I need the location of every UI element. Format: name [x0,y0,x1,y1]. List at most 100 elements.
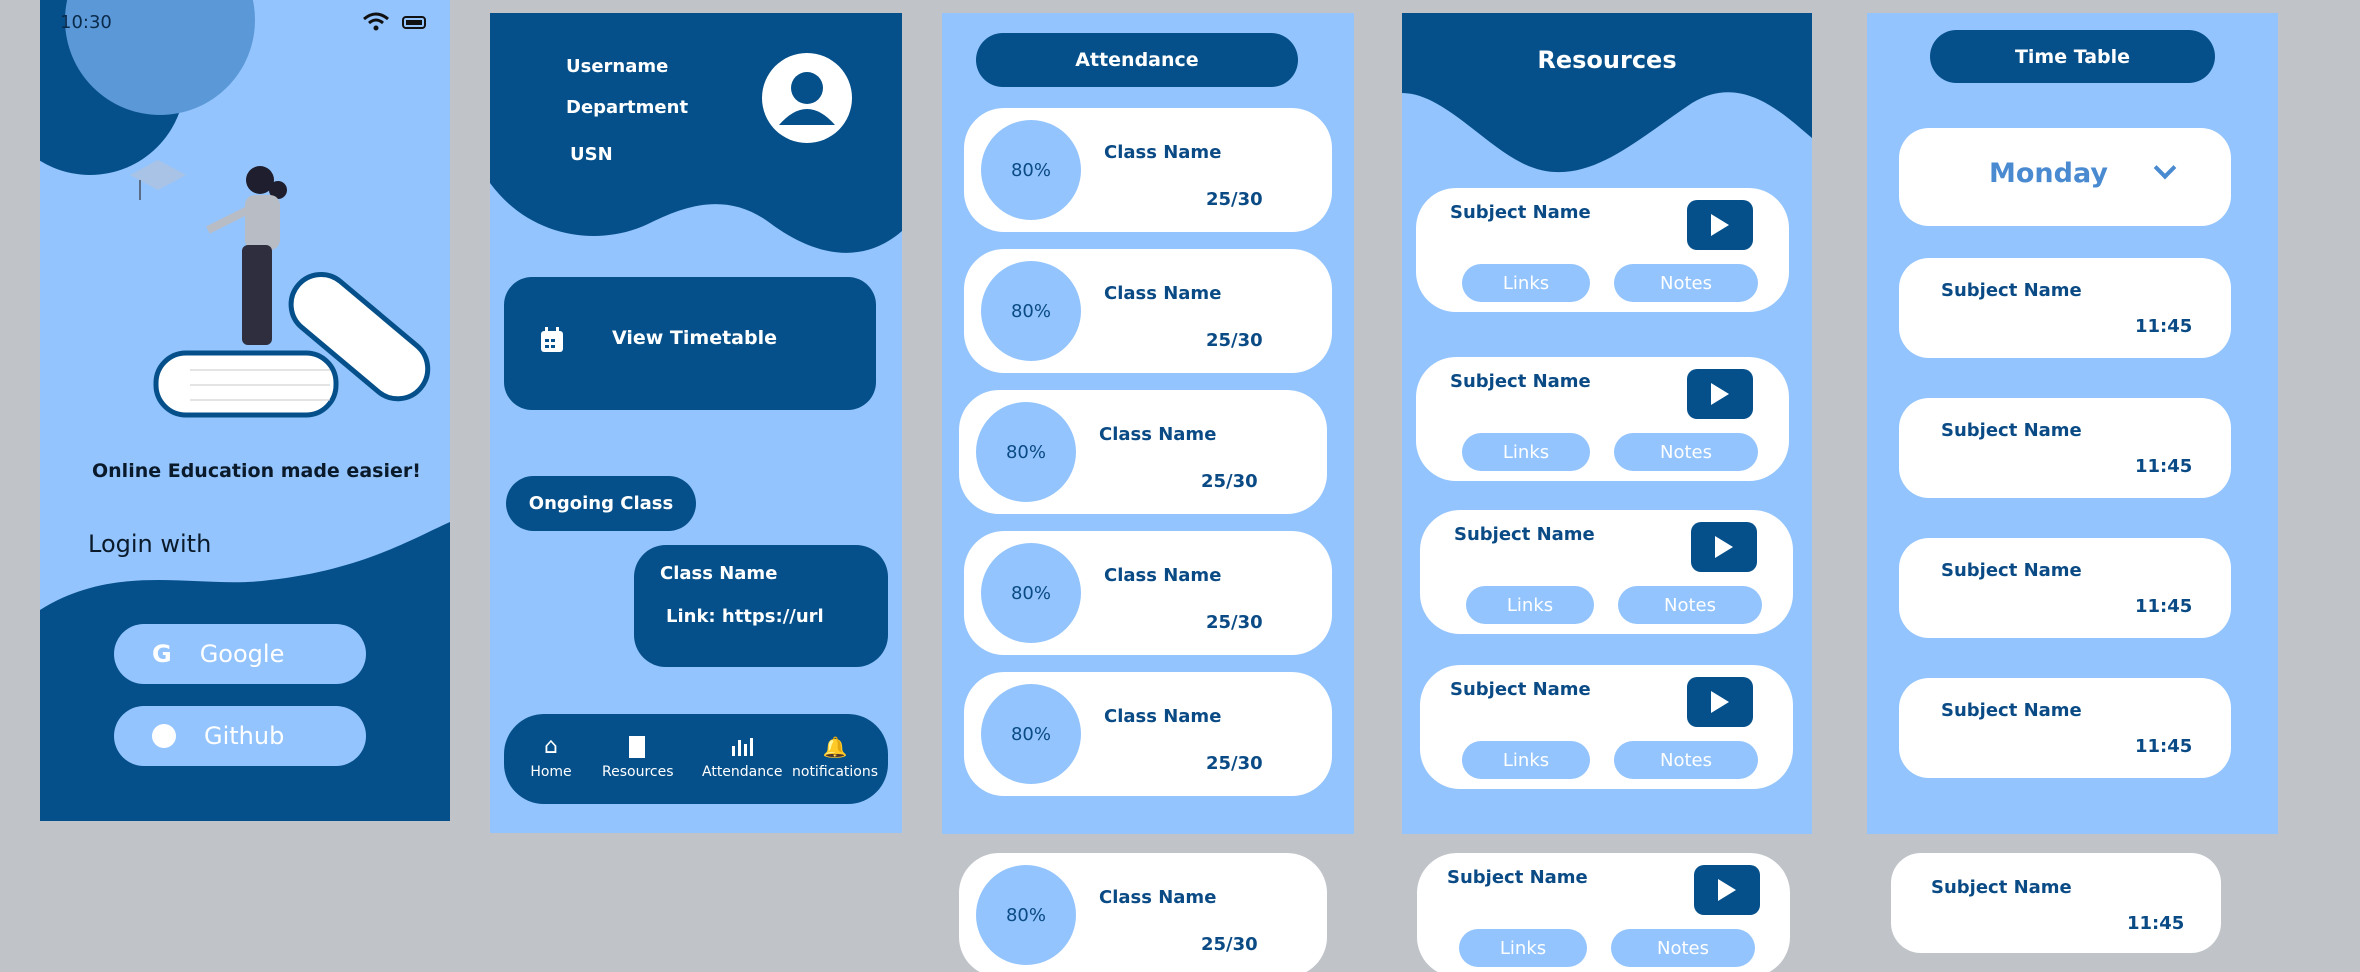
resource-card[interactable]: Subject Name Links Notes [1420,665,1793,789]
avatar[interactable] [762,53,852,143]
nav-notifications-label: notifications [792,764,879,780]
resource-card[interactable]: Subject Name Links Notes [1417,853,1790,972]
nav-attendance[interactable]: Attendance [702,736,782,780]
attendance-card[interactable]: 80% Class Name 25/30 [964,249,1332,373]
links-button[interactable]: Links [1462,433,1590,471]
attendance-card[interactable]: 80% Class Name 25/30 [959,853,1327,972]
home-header-shape [490,13,902,253]
nav-resources[interactable]: Resources [602,736,674,780]
usn-label: USN [570,144,613,165]
bar-chart-icon [732,738,753,756]
resources-title: Resources [1537,46,1677,74]
attendance-class-name: Class Name [1099,887,1217,908]
play-button[interactable] [1687,677,1753,727]
attendance-class-name: Class Name [1104,706,1222,727]
attendance-percent: 80% [976,865,1076,965]
timetable-screen: Time Table Monday Subject Name 11:45 Sub… [1867,13,2278,834]
bottom-navigation: ⌂ Home Resources Attendance 🔔 notificati… [504,714,888,804]
play-button[interactable] [1687,200,1753,250]
resource-card[interactable]: Subject Name Links Notes [1420,510,1793,634]
attendance-percent: 80% [981,261,1081,361]
attendance-count: 25/30 [1201,471,1258,492]
notes-button[interactable]: Notes [1614,433,1758,471]
notes-button[interactable]: Notes [1614,741,1758,779]
battery-icon [402,16,426,29]
timetable-subject: Subject Name [1931,877,2072,898]
nav-home[interactable]: ⌂ Home [526,736,576,781]
google-icon: G [152,640,172,668]
attendance-count: 25/30 [1206,189,1263,210]
play-button[interactable] [1694,865,1760,915]
day-selector[interactable]: Monday [1899,128,2231,226]
attendance-count: 25/30 [1206,753,1263,774]
resource-subject: Subject Name [1454,524,1595,545]
timetable-time: 11:45 [2135,316,2193,337]
resource-card[interactable]: Subject Name Links Notes [1416,188,1789,312]
ongoing-class-card[interactable]: Class Name Link: https://url [634,545,888,667]
attendance-card[interactable]: 80% Class Name 25/30 [964,672,1332,796]
resource-subject: Subject Name [1450,679,1591,700]
bell-icon: 🔔 [822,735,848,759]
timetable-subject: Subject Name [1941,700,2082,721]
notes-button[interactable]: Notes [1614,264,1758,302]
links-button[interactable]: Links [1466,586,1594,624]
username-label: Username [566,56,669,77]
links-button[interactable]: Links [1462,741,1590,779]
timetable-title: Time Table [1930,30,2215,83]
calendar-icon [541,327,563,352]
github-icon [152,724,176,748]
timetable-card[interactable]: Subject Name 11:45 [1899,678,2231,778]
attendance-class-name: Class Name [1104,565,1222,586]
resource-subject: Subject Name [1450,371,1591,392]
attendance-percent: 80% [981,120,1081,220]
timetable-card[interactable]: Subject Name 11:45 [1899,398,2231,498]
resource-subject: Subject Name [1450,202,1591,223]
play-icon [1715,536,1733,558]
nav-home-label: Home [530,764,572,780]
google-login-button[interactable]: G Google [114,624,366,684]
attendance-title: Attendance [976,33,1298,87]
resources-header-shape [1402,13,1812,173]
attendance-card[interactable]: 80% Class Name 25/30 [959,390,1327,514]
attendance-class-name: Class Name [1099,424,1217,445]
timetable-card[interactable]: Subject Name 11:45 [1899,538,2231,638]
ongoing-class-tab[interactable]: Ongoing Class [506,476,696,531]
attendance-count: 25/30 [1206,330,1263,351]
timetable-time: 11:45 [2135,456,2193,477]
nav-resources-label: Resources [602,764,674,780]
education-illustration [130,160,431,418]
play-icon [1711,214,1729,236]
nav-notifications[interactable]: 🔔 notifications [792,736,878,780]
document-icon [629,736,645,758]
attendance-card[interactable]: 80% Class Name 25/30 [964,108,1332,232]
notes-button[interactable]: Notes [1618,586,1762,624]
github-label: Github [204,722,285,750]
notes-button[interactable]: Notes [1611,929,1755,967]
login-tagline: Online Education made easier! [92,460,421,482]
play-icon [1711,691,1729,713]
links-button[interactable]: Links [1459,929,1587,967]
play-button[interactable] [1691,522,1757,572]
view-timetable-button[interactable]: View Timetable [504,277,876,410]
resource-subject: Subject Name [1447,867,1588,888]
timetable-time: 11:45 [2127,913,2185,934]
attendance-count: 25/30 [1206,612,1263,633]
github-login-button[interactable]: Github [114,706,366,766]
play-button[interactable] [1687,369,1753,419]
timetable-subject: Subject Name [1941,280,2082,301]
attendance-card[interactable]: 80% Class Name 25/30 [964,531,1332,655]
timetable-card[interactable]: Subject Name 11:45 [1891,853,2221,953]
attendance-screen: Attendance 80% Class Name 25/30 80% Clas… [942,13,1354,834]
timetable-card[interactable]: Subject Name 11:45 [1899,258,2231,358]
attendance-percent: 80% [981,684,1081,784]
ongoing-class-link[interactable]: Link: https://url [666,606,824,627]
timetable-subject: Subject Name [1941,420,2082,441]
login-screen: 10:30 Online Education made easier! Logi… [40,0,450,821]
attendance-class-name: Class Name [1104,283,1222,304]
chevron-down-icon [2153,156,2177,180]
wifi-icon [363,12,389,31]
ongoing-class-name: Class Name [660,563,778,584]
resource-card[interactable]: Subject Name Links Notes [1416,357,1789,481]
timetable-subject: Subject Name [1941,560,2082,581]
links-button[interactable]: Links [1462,264,1590,302]
